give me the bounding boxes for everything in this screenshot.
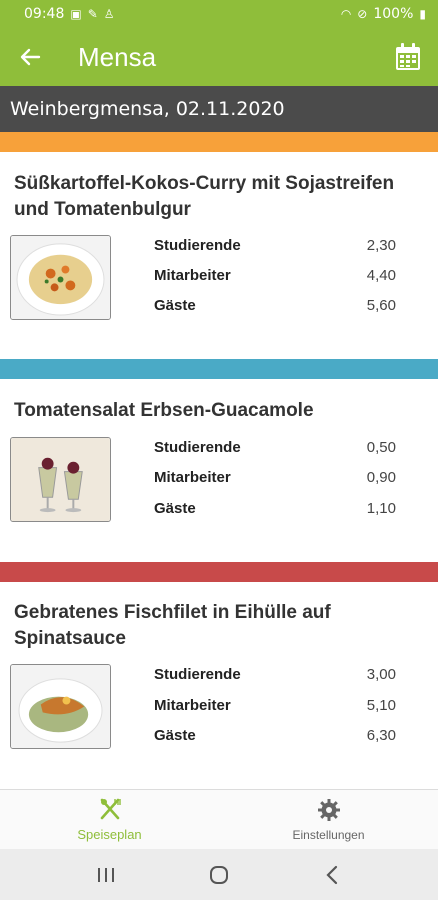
- back-system-button[interactable]: [312, 855, 352, 895]
- person-icon: ♙: [103, 7, 115, 21]
- meal-title: Süßkartoffel-Kokos-Curry mit Sojastreife…: [14, 173, 395, 220]
- price-row: Gäste 6,30: [154, 727, 396, 747]
- price-value: 0,50: [366, 439, 396, 456]
- arrow-left-icon: [20, 48, 41, 66]
- price-row: Studierende 0,50: [154, 439, 396, 459]
- dessert-glass-icon: [11, 438, 110, 521]
- image-icon: ▣: [70, 7, 82, 21]
- nav-item-speiseplan[interactable]: Speiseplan: [0, 790, 219, 849]
- price-value: 4,40: [366, 267, 396, 284]
- back-button[interactable]: [0, 28, 60, 86]
- nav-item-einstellungen[interactable]: Einstellungen: [219, 790, 438, 849]
- recent-apps-icon: [98, 867, 115, 882]
- status-time: 09:48: [24, 6, 65, 22]
- no-disturb-icon: ⊘: [357, 7, 368, 21]
- meal-color-stripe: [0, 562, 438, 582]
- bottom-navigation: Speiseplan Einstellungen: [0, 789, 438, 849]
- price-label: Gäste: [154, 500, 196, 517]
- price-value: 6,30: [366, 727, 396, 744]
- calendar-icon: [396, 43, 420, 70]
- gear-icon: [317, 798, 340, 821]
- price-row: Gäste 5,60: [154, 297, 396, 317]
- status-bar: 09:48 ▣ ✎ ♙ ◠ ⊘ 100% ▮: [0, 0, 438, 28]
- fish-dish-icon: [11, 665, 110, 748]
- price-value: 5,10: [366, 697, 396, 714]
- price-label: Studierende: [154, 666, 241, 683]
- app-bar: Mensa: [0, 28, 438, 86]
- price-value: 3,00: [366, 666, 396, 683]
- meal-color-stripe: [0, 132, 438, 152]
- meal-title: Tomatensalat Erbsen-Guacamole: [14, 400, 314, 421]
- nav-label: Einstellungen: [292, 827, 365, 842]
- meal-image[interactable]: [10, 664, 111, 749]
- price-label: Studierende: [154, 237, 241, 254]
- home-icon: [209, 865, 228, 884]
- wrench-icon: ✎: [87, 7, 98, 21]
- price-label: Mitarbeiter: [154, 697, 231, 714]
- curry-dish-icon: [11, 236, 110, 319]
- price-label: Gäste: [154, 727, 196, 744]
- system-navigation-bar: [0, 849, 438, 900]
- location-label: Weinbergmensa, 02.11.2020: [10, 98, 285, 120]
- price-label: Mitarbeiter: [154, 469, 231, 486]
- price-label: Mitarbeiter: [154, 267, 231, 284]
- price-row: Studierende 2,30: [154, 237, 396, 257]
- wifi-icon: ◠: [340, 7, 352, 21]
- price-row: Studierende 3,00: [154, 666, 396, 686]
- meal-image[interactable]: [10, 437, 111, 522]
- battery-level: 100%: [373, 6, 414, 22]
- price-value: 5,60: [366, 297, 396, 314]
- price-value: 1,10: [366, 500, 396, 517]
- meal-color-stripe: [0, 359, 438, 379]
- battery-icon: ▮: [419, 7, 426, 21]
- price-row: Mitarbeiter 4,40: [154, 267, 396, 287]
- price-label: Studierende: [154, 439, 241, 456]
- recent-apps-button[interactable]: [86, 855, 126, 895]
- home-button[interactable]: [199, 855, 239, 895]
- calendar-button[interactable]: [378, 28, 438, 86]
- price-row: Gäste 1,10: [154, 500, 396, 520]
- price-label: Gäste: [154, 297, 196, 314]
- nav-label: Speiseplan: [77, 827, 142, 842]
- meal-title: Gebratenes Fischfilet in Eihülle auf Spi…: [14, 602, 331, 649]
- price-value: 0,90: [366, 469, 396, 486]
- price-value: 2,30: [366, 237, 396, 254]
- page-title: Mensa: [78, 41, 157, 72]
- price-row: Mitarbeiter 5,10: [154, 697, 396, 717]
- chevron-left-icon: [326, 865, 337, 884]
- meal-image[interactable]: [10, 235, 111, 320]
- price-row: Mitarbeiter 0,90: [154, 469, 396, 489]
- cutlery-icon: [100, 798, 121, 820]
- location-header: Weinbergmensa, 02.11.2020: [0, 86, 438, 132]
